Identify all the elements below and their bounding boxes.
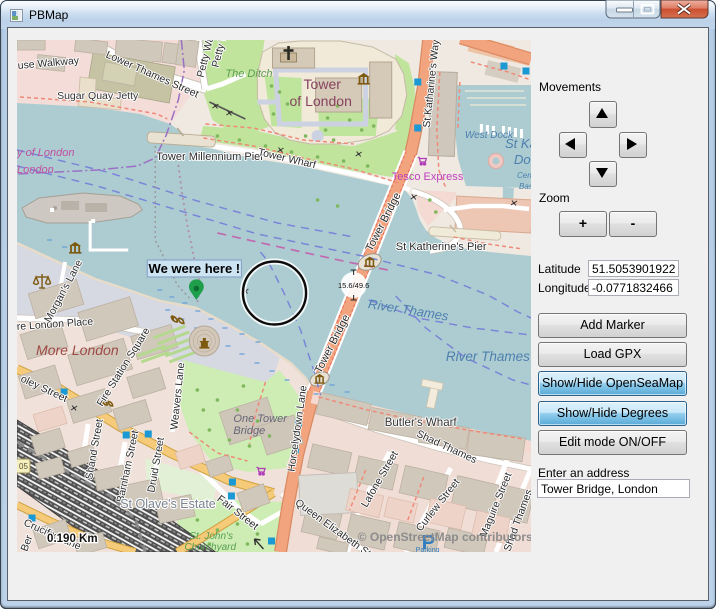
svg-text:Sugar Quay Jetty: Sugar Quay Jetty: [57, 90, 139, 102]
svg-text:Parking: Parking: [416, 547, 440, 552]
svg-text:Churchyard: Churchyard: [184, 542, 236, 552]
svg-text:St Ka: St Ka: [505, 136, 531, 151]
svg-text:One Tower: One Tower: [233, 413, 288, 425]
svg-text:05: 05: [19, 462, 28, 471]
svg-text:Tower Millennium Pier: Tower Millennium Pier: [156, 151, 264, 163]
svg-text:We were here !: We were here !: [149, 261, 241, 276]
svg-text:Tower: Tower: [304, 76, 342, 92]
svg-text:Do: Do: [514, 152, 531, 167]
svg-text:River Thames: River Thames: [446, 349, 530, 364]
svg-text:More London: More London: [36, 342, 119, 358]
svg-text:© OpenStreetMap contributors: © OpenStreetMap contributors: [358, 530, 531, 544]
svg-text:Bas: Bas: [519, 182, 531, 191]
svg-text:Butler's Wharf: Butler's Wharf: [385, 417, 458, 429]
svg-text:y of London: y of London: [17, 147, 75, 159]
svg-text:London: London: [17, 164, 54, 176]
svg-text:St Katherine's Pier: St Katherine's Pier: [396, 241, 487, 253]
svg-text:of London: of London: [290, 93, 352, 109]
svg-text:Bridge: Bridge: [233, 425, 265, 437]
svg-text:Tesco Express: Tesco Express: [392, 171, 464, 183]
svg-text:St Olave's Estate: St Olave's Estate: [120, 497, 216, 511]
svg-text:Cen: Cen: [517, 171, 531, 180]
svg-text:The Ditch: The Ditch: [225, 68, 272, 80]
svg-text:15.6/49.6: 15.6/49.6: [338, 281, 369, 290]
svg-text:St. John's: St. John's: [189, 531, 233, 542]
svg-text:0.190 Km: 0.190 Km: [47, 533, 98, 545]
